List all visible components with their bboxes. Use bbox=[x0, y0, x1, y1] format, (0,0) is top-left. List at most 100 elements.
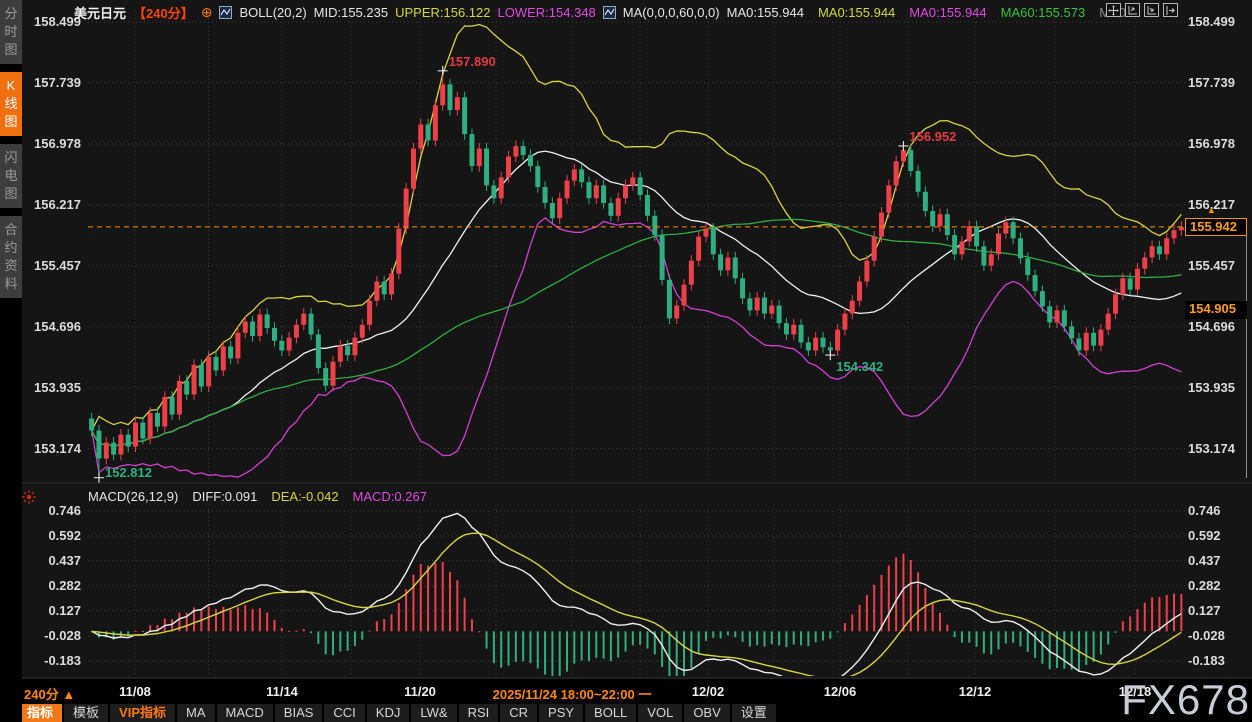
macd-tick-label: 0.437 bbox=[48, 553, 81, 569]
ma-value: MA0:155.944 bbox=[909, 5, 986, 20]
current-price-badge: 155.942 bbox=[1185, 218, 1247, 236]
tab-lw[interactable]: LW& bbox=[411, 704, 456, 722]
candles bbox=[89, 71, 1184, 478]
macd-tick-label: 0.437 bbox=[1188, 553, 1221, 569]
price-tick-label: 153.174 bbox=[1188, 441, 1235, 457]
axis-expand-up-icon[interactable] bbox=[1125, 3, 1140, 17]
macd-tick-label: 0.746 bbox=[48, 503, 81, 519]
secondary-price-badge: 154.905 bbox=[1185, 301, 1247, 319]
macd-tick-label: 0.127 bbox=[48, 603, 81, 619]
boll-label: BOLL(20,2) bbox=[239, 5, 306, 20]
pane-expand-icon[interactable] bbox=[1163, 3, 1178, 17]
price-arrow-icon: ▲ bbox=[1207, 206, 1216, 214]
trading-app-window: 分 时 图 K 线 图闪 电 图合 约 资 料 152.812 157.890 154… bbox=[0, 0, 1252, 722]
axis-expand-right-icon[interactable] bbox=[1144, 3, 1159, 17]
tab-cci[interactable]: CCI bbox=[324, 704, 364, 722]
sidebar-item-contract-info[interactable]: 合 约 资 料 bbox=[0, 216, 22, 298]
price-tick-label: 153.174 bbox=[34, 441, 81, 457]
svg-text:152.812: 152.812 bbox=[105, 465, 152, 480]
tab-bias[interactable]: BIAS bbox=[275, 704, 323, 722]
tab-kdj[interactable]: KDJ bbox=[367, 704, 410, 722]
period-selector-label: 240分 bbox=[24, 687, 59, 702]
macd-tick-label: 0.746 bbox=[1188, 503, 1221, 519]
tab-template[interactable]: 模板 bbox=[64, 704, 108, 722]
price-annotations: 152.812 157.890 154.342 156.952 bbox=[94, 54, 956, 483]
chart-header: 美元日元 【240分】 ⊕ BOLL(20,2) MID:155.235 UPP… bbox=[74, 3, 1130, 21]
tab-indicator[interactable]: 指标 bbox=[18, 704, 62, 722]
price-axis-right: 158.499157.739156.978156.217155.457154.6… bbox=[1188, 0, 1250, 679]
svg-text:154.342: 154.342 bbox=[836, 359, 883, 374]
macd-tick-label: 0.282 bbox=[1188, 578, 1221, 594]
price-tick-label: 155.457 bbox=[34, 258, 81, 274]
macd-tick-label: -0.183 bbox=[1188, 653, 1225, 669]
ma-value: MA0:155.944 bbox=[727, 5, 804, 20]
period-label: 【240分】 bbox=[133, 3, 194, 22]
tab-vip-indicator[interactable]: VIP指标 bbox=[110, 704, 175, 722]
tab-rsi[interactable]: RSI bbox=[459, 704, 499, 722]
x-axis-label: 11/08 bbox=[119, 684, 151, 699]
chart-toolbar bbox=[1106, 3, 1178, 17]
tab-settings[interactable]: 设置 bbox=[732, 704, 776, 722]
tab-vol[interactable]: VOL bbox=[638, 704, 682, 722]
price-tick-label: 158.499 bbox=[1188, 14, 1235, 30]
macd-pane bbox=[91, 513, 1183, 684]
boll-lower-value: LOWER:154.348 bbox=[498, 5, 596, 20]
session-range-label: 2025/11/24 18:00~22:00 一 bbox=[493, 684, 652, 703]
crosshair-tool-icon[interactable] bbox=[1106, 3, 1121, 17]
macd-diff-value: DIFF:0.091 bbox=[192, 489, 257, 504]
chart-canvas[interactable]: 152.812 157.890 154.342 156.952 bbox=[0, 0, 1252, 722]
period-selector-arrow-icon: ▲ bbox=[62, 687, 75, 702]
symbol-title: 美元日元 bbox=[74, 3, 126, 22]
tab-ma[interactable]: MA bbox=[177, 704, 215, 722]
tab-boll[interactable]: BOLL bbox=[585, 704, 636, 722]
boll-indicator-icon bbox=[219, 6, 232, 19]
price-tick-label: 153.935 bbox=[34, 380, 81, 396]
x-axis-label: 12/02 bbox=[692, 684, 725, 699]
ma-value: MA60:155.573 bbox=[1001, 5, 1086, 20]
period-selector[interactable]: 240分 ▲ bbox=[24, 684, 75, 703]
tab-macd[interactable]: MACD bbox=[217, 704, 273, 722]
sidebar-item-time-chart[interactable]: 分 时 图 bbox=[0, 0, 22, 64]
macd-tick-label: 0.592 bbox=[48, 528, 81, 544]
tab-cr[interactable]: CR bbox=[500, 704, 537, 722]
macd-tick-label: 0.282 bbox=[48, 578, 81, 594]
sidebar-item-lightning-chart[interactable]: 闪 电 图 bbox=[0, 144, 22, 208]
tab-obv[interactable]: OBV bbox=[684, 704, 729, 722]
price-tick-label: 156.978 bbox=[1188, 136, 1235, 152]
grid bbox=[88, 10, 1185, 676]
sidebar: 分 时 图 K 线 图闪 电 图合 约 资 料 bbox=[0, 0, 22, 722]
macd-dea-value: DEA:-0.042 bbox=[271, 489, 338, 504]
sidebar-item-kline-chart[interactable]: K 线 图 bbox=[0, 72, 22, 136]
price-tick-label: 156.978 bbox=[34, 136, 81, 152]
svg-text:157.890: 157.890 bbox=[449, 54, 496, 69]
boll-upper-value: UPPER:156.122 bbox=[395, 5, 490, 20]
tab-psy[interactable]: PSY bbox=[539, 704, 583, 722]
ma-values: MA0:155.944 MA0:155.944 MA0:155.944 MA60:15… bbox=[727, 5, 1130, 20]
price-tick-label: 157.739 bbox=[34, 75, 81, 91]
price-tick-label: 153.935 bbox=[1188, 380, 1235, 396]
macd-tick-label: 0.592 bbox=[1188, 528, 1221, 544]
ma-value: MA0:155.944 bbox=[818, 5, 895, 20]
ma-params-label: MA(0,0,0,60,0,0) bbox=[623, 5, 720, 20]
x-axis-label: 11/20 bbox=[404, 684, 436, 699]
x-axis-label: 12/06 bbox=[824, 684, 857, 699]
x-axis-label: 12/12 bbox=[959, 684, 992, 699]
indicator-settings-icon[interactable] bbox=[21, 489, 37, 505]
macd-tick-label: -0.183 bbox=[44, 653, 81, 669]
price-tick-label: 155.457 bbox=[1188, 258, 1235, 274]
time-axis: 2025/11/24 18:00~22:00 一 11/08 11/14 11/20… bbox=[0, 681, 1252, 702]
macd-tick-label: -0.028 bbox=[1188, 628, 1225, 644]
bollinger-bands bbox=[92, 25, 1182, 478]
svg-text:156.952: 156.952 bbox=[909, 129, 956, 144]
indicator-tabs: 指标模板VIP指标MAMACDBIASCCIKDJLW&RSICRPSYBOLL… bbox=[18, 704, 776, 722]
add-indicator-icon[interactable]: ⊕ bbox=[201, 4, 213, 21]
x-axis-label: 11/14 bbox=[266, 684, 298, 699]
price-tick-label: 157.739 bbox=[1188, 75, 1235, 91]
price-tick-label: 154.696 bbox=[1188, 319, 1235, 335]
macd-tick-label: 0.127 bbox=[1188, 603, 1221, 619]
boll-mid-value: MID:155.235 bbox=[314, 5, 388, 20]
macd-header: MACD(26,12,9) DIFF:0.091 DEA:-0.042 MACD… bbox=[88, 489, 427, 504]
macd-title: MACD(26,12,9) bbox=[88, 489, 178, 504]
price-tick-label: 154.696 bbox=[34, 319, 81, 335]
macd-tick-label: -0.028 bbox=[44, 628, 81, 644]
